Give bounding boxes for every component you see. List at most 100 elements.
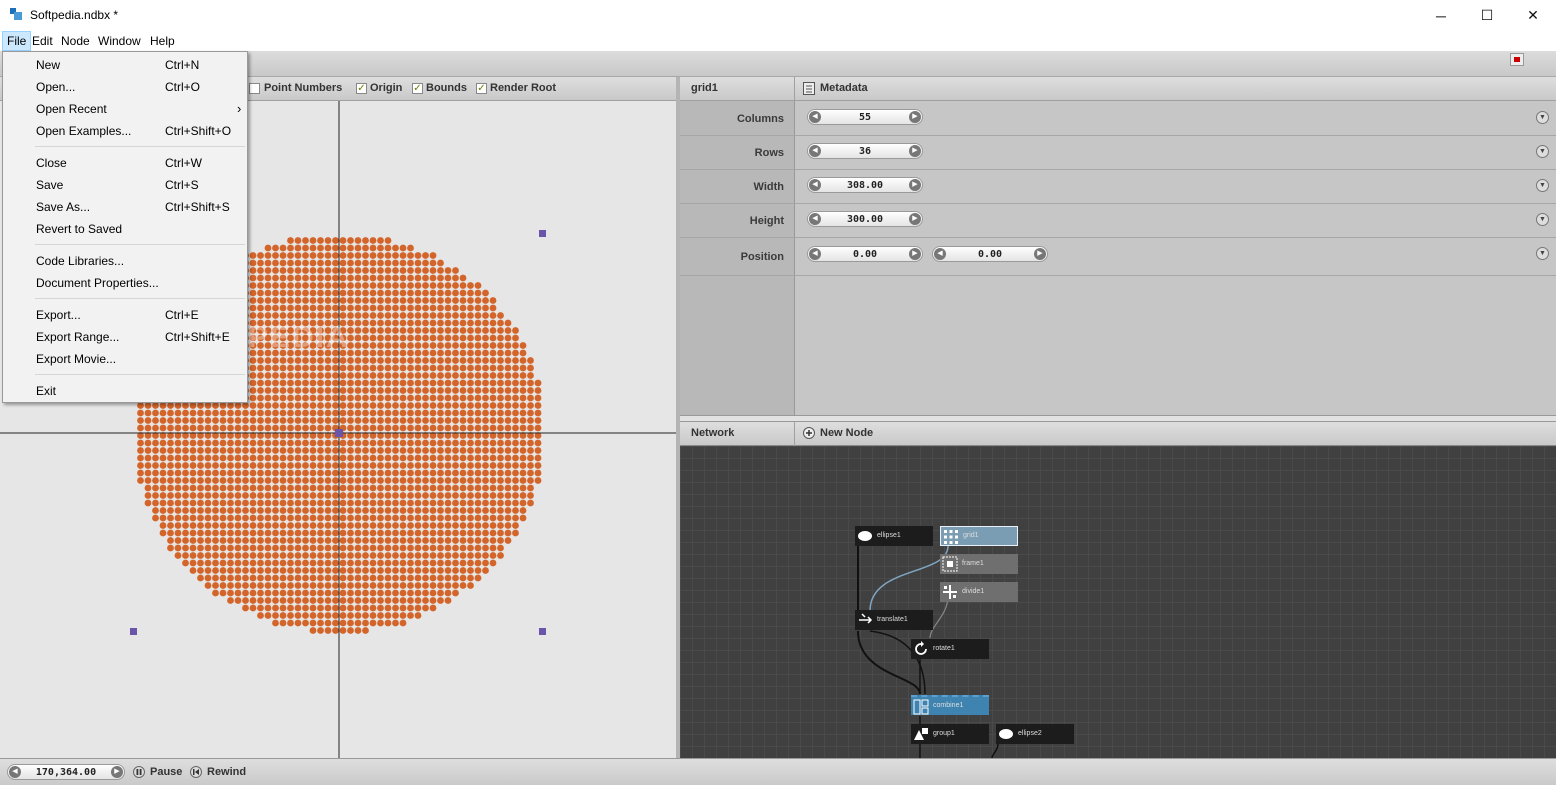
menu-separator [35,374,245,375]
menu-item-close[interactable]: Close Ctrl+W [3,155,247,175]
menu-item-shortcut: Ctrl+Shift+E [165,330,230,344]
param-value[interactable]: 36 [822,144,908,159]
param-spinner-width[interactable]: ◀ 308.00 ▶ [807,177,923,193]
network-node-translate1[interactable]: translate1 [855,610,933,630]
menu-item-new[interactable]: New Ctrl+N [3,57,247,77]
decrement-icon[interactable]: ◀ [809,248,821,260]
point-numbers-checkbox[interactable] [249,83,260,94]
minimize-button[interactable]: ─ [1418,0,1464,31]
param-menu-icon[interactable]: ▼ [1536,247,1549,260]
network-node-rotate1[interactable]: rotate1 [911,639,989,659]
menu-item-label: Save As... [36,200,91,214]
network-node-divide1[interactable]: divide1 [940,582,1018,602]
bounds-checkbox[interactable]: ✓ [412,83,423,94]
frame-value[interactable]: 170,364.00 [22,765,110,780]
plus-icon[interactable] [803,427,815,439]
param-spinner-position-y[interactable]: ◀ 0.00 ▶ [932,246,1048,262]
increment-icon[interactable]: ▶ [909,145,921,157]
menu-item-shortcut: Ctrl+W [165,156,202,170]
maximize-button[interactable]: ☐ [1464,0,1510,31]
param-menu-icon[interactable]: ▼ [1536,111,1549,124]
frame-decrement-icon[interactable]: ◀ [9,766,21,778]
menu-item-export[interactable]: Export... Ctrl+E [3,307,247,327]
divide-icon [943,585,957,599]
network-node-combine1[interactable]: combine1 [911,695,989,715]
decrement-icon[interactable]: ◀ [809,213,821,225]
vertical-splitter[interactable] [680,415,1556,422]
param-spinner-columns[interactable]: ◀ 55 ▶ [807,109,923,125]
decrement-icon[interactable]: ◀ [934,248,946,260]
param-value[interactable]: 300.00 [822,212,908,227]
menu-item-label: Save [36,178,64,192]
param-spinner-position-x[interactable]: ◀ 0.00 ▶ [807,246,923,262]
frame-icon [942,556,958,572]
param-spinner-rows[interactable]: ◀ 36 ▶ [807,143,923,159]
network-node-ellipse1[interactable]: ellipse1 [855,526,933,546]
menu-item-label: Export Range... [36,330,120,344]
menu-item-document-properties[interactable]: Document Properties... [3,275,247,295]
translate-icon [859,613,873,624]
increment-icon[interactable]: ▶ [909,179,921,191]
network-node-frame1[interactable]: frame1 [940,554,1018,574]
menu-window[interactable]: Window [94,31,145,51]
menu-item-export-movie[interactable]: Export Movie... [3,351,247,371]
pause-icon[interactable] [133,766,145,778]
param-spinner-height[interactable]: ◀ 300.00 ▶ [807,211,923,227]
bounds-handle-bottom-right[interactable] [539,628,546,635]
frame-spinner[interactable]: ◀ 170,364.00 ▶ [7,764,125,780]
menu-item-revert-to-saved[interactable]: Revert to Saved [3,221,247,241]
param-menu-icon[interactable]: ▼ [1536,179,1549,192]
menu-item-open[interactable]: Open... Ctrl+O [3,79,247,99]
rewind-icon[interactable] [190,766,202,778]
group-icon [914,728,928,740]
network-node-ellipse2[interactable]: ellipse2 [996,724,1074,744]
param-menu-icon[interactable]: ▼ [1536,213,1549,226]
menu-item-save[interactable]: Save Ctrl+S [3,177,247,197]
increment-icon[interactable]: ▶ [909,111,921,123]
frame-increment-icon[interactable]: ▶ [111,766,123,778]
menu-item-exit[interactable]: Exit [3,383,247,403]
menu-item-shortcut: Ctrl+N [165,58,200,72]
pause-button[interactable]: Pause [150,766,182,778]
network-node-grid1[interactable]: grid1 [940,526,1018,546]
menu-item-label: New [36,58,61,72]
network-node-group1[interactable]: group1 [911,724,989,744]
new-node-button[interactable]: New Node [820,427,873,439]
network-canvas[interactable]: ellipse1 grid1 frame1 divide1 translate1 rota… [680,446,1556,758]
node-connections [857,536,999,758]
origin-checkbox[interactable]: ✓ [356,83,367,94]
menu-item-open-examples[interactable]: Open Examples... Ctrl+Shift+O [3,123,247,143]
rewind-button[interactable]: Rewind [207,766,246,778]
increment-icon[interactable]: ▶ [909,213,921,225]
menu-item-open-recent[interactable]: Open Recent › [3,101,247,121]
status-bar: ◀ 170,364.00 ▶ Pause Rewind [0,758,1556,785]
bounds-handle-bottom-left[interactable] [130,628,137,635]
increment-icon[interactable]: ▶ [1034,248,1046,260]
menu-help[interactable]: Help [146,31,179,51]
param-value[interactable]: 0.00 [822,247,908,262]
decrement-icon[interactable]: ◀ [809,111,821,123]
param-value[interactable]: 0.00 [947,247,1033,262]
menu-file[interactable]: File [2,31,32,51]
menu-item-export-range[interactable]: Export Range... Ctrl+Shift+E [3,329,247,349]
decrement-icon[interactable]: ◀ [809,145,821,157]
param-value[interactable]: 55 [822,110,908,125]
decrement-icon[interactable]: ◀ [809,179,821,191]
metadata-button[interactable]: Metadata [820,82,868,94]
close-button[interactable]: ✕ [1510,0,1556,31]
node-label: combine1 [933,702,964,709]
menu-node[interactable]: Node [57,31,94,51]
ellipse-icon [999,729,1013,739]
param-value[interactable]: 308.00 [822,178,908,193]
param-menu-icon[interactable]: ▼ [1536,145,1549,158]
menu-item-label: Export... [36,308,81,322]
bounds-handle-top-right[interactable] [539,230,546,237]
render-root-checkbox[interactable]: ✓ [476,83,487,94]
menu-item-save-as[interactable]: Save As... Ctrl+Shift+S [3,199,247,219]
network-title: Network [691,427,735,439]
stop-button[interactable] [1510,53,1524,66]
increment-icon[interactable]: ▶ [909,248,921,260]
menu-edit[interactable]: Edit [28,31,57,51]
menu-item-code-libraries[interactable]: Code Libraries... [3,253,247,273]
menu-item-label: Exit [36,384,57,398]
